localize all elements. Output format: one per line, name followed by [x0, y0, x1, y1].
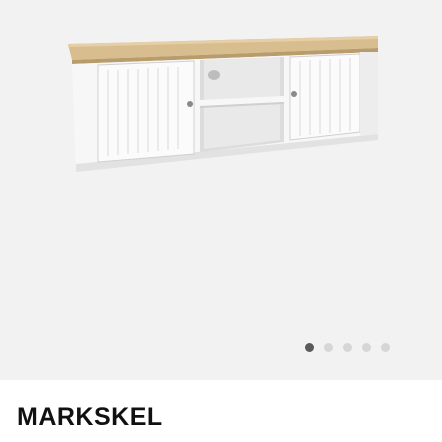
- image-pagination-dots: [305, 343, 390, 352]
- pagination-dot-5[interactable]: [381, 343, 390, 352]
- pagination-dot-1[interactable]: [305, 343, 314, 352]
- pagination-dot-4[interactable]: [362, 343, 371, 352]
- product-page: MARKSKEL: [0, 0, 442, 442]
- pagination-dot-3[interactable]: [343, 343, 352, 352]
- tv-bench-image: [68, 36, 378, 172]
- product-title: MARKSKEL: [17, 403, 163, 431]
- product-image-gallery[interactable]: [0, 0, 442, 380]
- pagination-dot-2[interactable]: [324, 343, 333, 352]
